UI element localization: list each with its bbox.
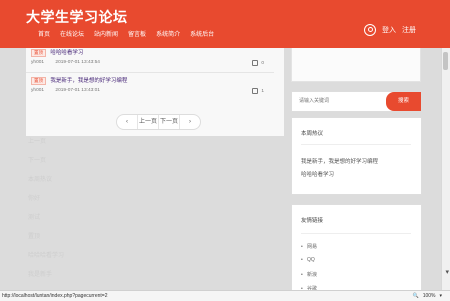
post-title-link[interactable]: 我是新手，我是想的好学习编程	[50, 78, 127, 84]
pagination: ‹ 上一页 下一页 ›	[116, 114, 201, 130]
scrollbar-thumb[interactable]	[443, 52, 448, 70]
main-nav: 首页 在线论坛 站内新闻 留言板 系统简介 系统后台	[38, 29, 214, 38]
friend-link[interactable]: QQ	[301, 257, 315, 263]
friend-link[interactable]: 网易	[301, 243, 317, 250]
friend-links-title: 友情链接	[301, 218, 324, 224]
zoom-level[interactable]: 100%	[423, 293, 436, 299]
user-area: 登入 注册	[364, 24, 416, 36]
comment-icon	[252, 60, 259, 66]
prev-page-button[interactable]: 上一页	[138, 115, 159, 129]
friend-links-card: 友情链接 网易 QQ 新浪 谷歌	[291, 204, 422, 292]
ghost-line: 置顶	[28, 234, 41, 240]
chevron-left-icon[interactable]: ‹	[117, 115, 138, 129]
comment-number: 0	[261, 60, 264, 66]
nav-home[interactable]: 首页	[38, 29, 50, 38]
login-link[interactable]: 登入	[382, 25, 396, 35]
post-title-link[interactable]: 哈哈哈看学习	[50, 50, 83, 56]
vertical-scrollbar[interactable]	[441, 48, 450, 290]
card-divider	[301, 233, 411, 234]
background-ghost-text: 上一页 下一页 本周热议 你好 测试 置顶 哈哈哈看学习 我是新手	[28, 136, 283, 288]
site-title[interactable]: 大学生学习论坛	[26, 7, 128, 27]
ghost-line: 本周热议	[28, 177, 53, 183]
ghost-line: 下一页	[28, 158, 47, 164]
nav-about[interactable]: 系统简介	[156, 29, 180, 38]
comment-count: 1	[252, 88, 264, 94]
zoom-icon[interactable]: 🔍	[412, 293, 418, 299]
scroll-down-icon[interactable]: ▾	[445, 268, 449, 276]
divider	[26, 72, 274, 73]
status-url: http://localhost/luntan/index.php?pagecu…	[2, 293, 108, 299]
post-time: 2019-07-01 13:43:01	[55, 88, 100, 93]
friend-link[interactable]: 新浪	[301, 271, 317, 278]
ghost-line: 上一页	[28, 139, 47, 145]
nav-news[interactable]: 站内新闻	[94, 29, 118, 38]
pinned-badge: 置顶	[31, 49, 46, 57]
search-input[interactable]	[299, 97, 369, 105]
ghost-line: 哈哈哈看学习	[28, 253, 65, 259]
post-meta: yh001 2019-07-01 13:43:54 0	[31, 60, 279, 66]
post-author[interactable]: yh001	[31, 88, 44, 93]
ghost-line: 你好	[28, 196, 41, 202]
comment-icon	[252, 88, 259, 94]
chevron-right-icon[interactable]: ›	[180, 115, 200, 129]
post-item: 置顶 哈哈哈看学习 yh001 2019-07-01 13:43:54 0	[31, 48, 279, 66]
ghost-line: 测试	[28, 215, 41, 221]
sidebar-top-card	[291, 48, 421, 82]
hot-topic-link[interactable]: 我是新手，我是想的好学习编程	[301, 157, 378, 165]
hot-topics-card: 本周热议 我是新手，我是想的好学习编程 哈哈哈看学习	[291, 117, 422, 195]
post-author[interactable]: yh001	[31, 60, 44, 65]
browser-status-bar: http://localhost/luntan/index.php?pagecu…	[0, 290, 450, 301]
post-item: 置顶 我是新手，我是想的好学习编程 yh001 2019-07-01 13:43…	[31, 76, 279, 94]
post-meta: yh001 2019-07-01 13:43:01 1	[31, 88, 279, 94]
hot-topic-link[interactable]: 哈哈哈看学习	[301, 170, 334, 178]
search-button[interactable]: 搜索	[386, 92, 421, 111]
zoom-dropdown-icon[interactable]: ▾	[439, 293, 442, 299]
hot-topics-title: 本周热议	[301, 131, 324, 137]
comment-number: 1	[261, 88, 264, 94]
pinned-badge: 置顶	[31, 77, 46, 85]
site-header: 大学生学习论坛 首页 在线论坛 站内新闻 留言板 系统简介 系统后台 登入 注册	[0, 0, 450, 48]
register-link[interactable]: 注册	[402, 25, 416, 35]
card-divider	[301, 144, 411, 145]
nav-admin[interactable]: 系统后台	[190, 29, 214, 38]
ghost-line: 我是新手	[28, 272, 53, 278]
nav-forum[interactable]: 在线论坛	[60, 29, 84, 38]
comment-count: 0	[252, 60, 264, 66]
nav-message-board[interactable]: 留言板	[128, 29, 146, 38]
status-right: 🔍 100% ▾	[412, 293, 442, 299]
search-box: 搜索	[291, 91, 422, 112]
next-page-button[interactable]: 下一页	[159, 115, 180, 129]
user-icon[interactable]	[364, 24, 376, 36]
post-time: 2019-07-01 13:43:54	[55, 60, 100, 65]
